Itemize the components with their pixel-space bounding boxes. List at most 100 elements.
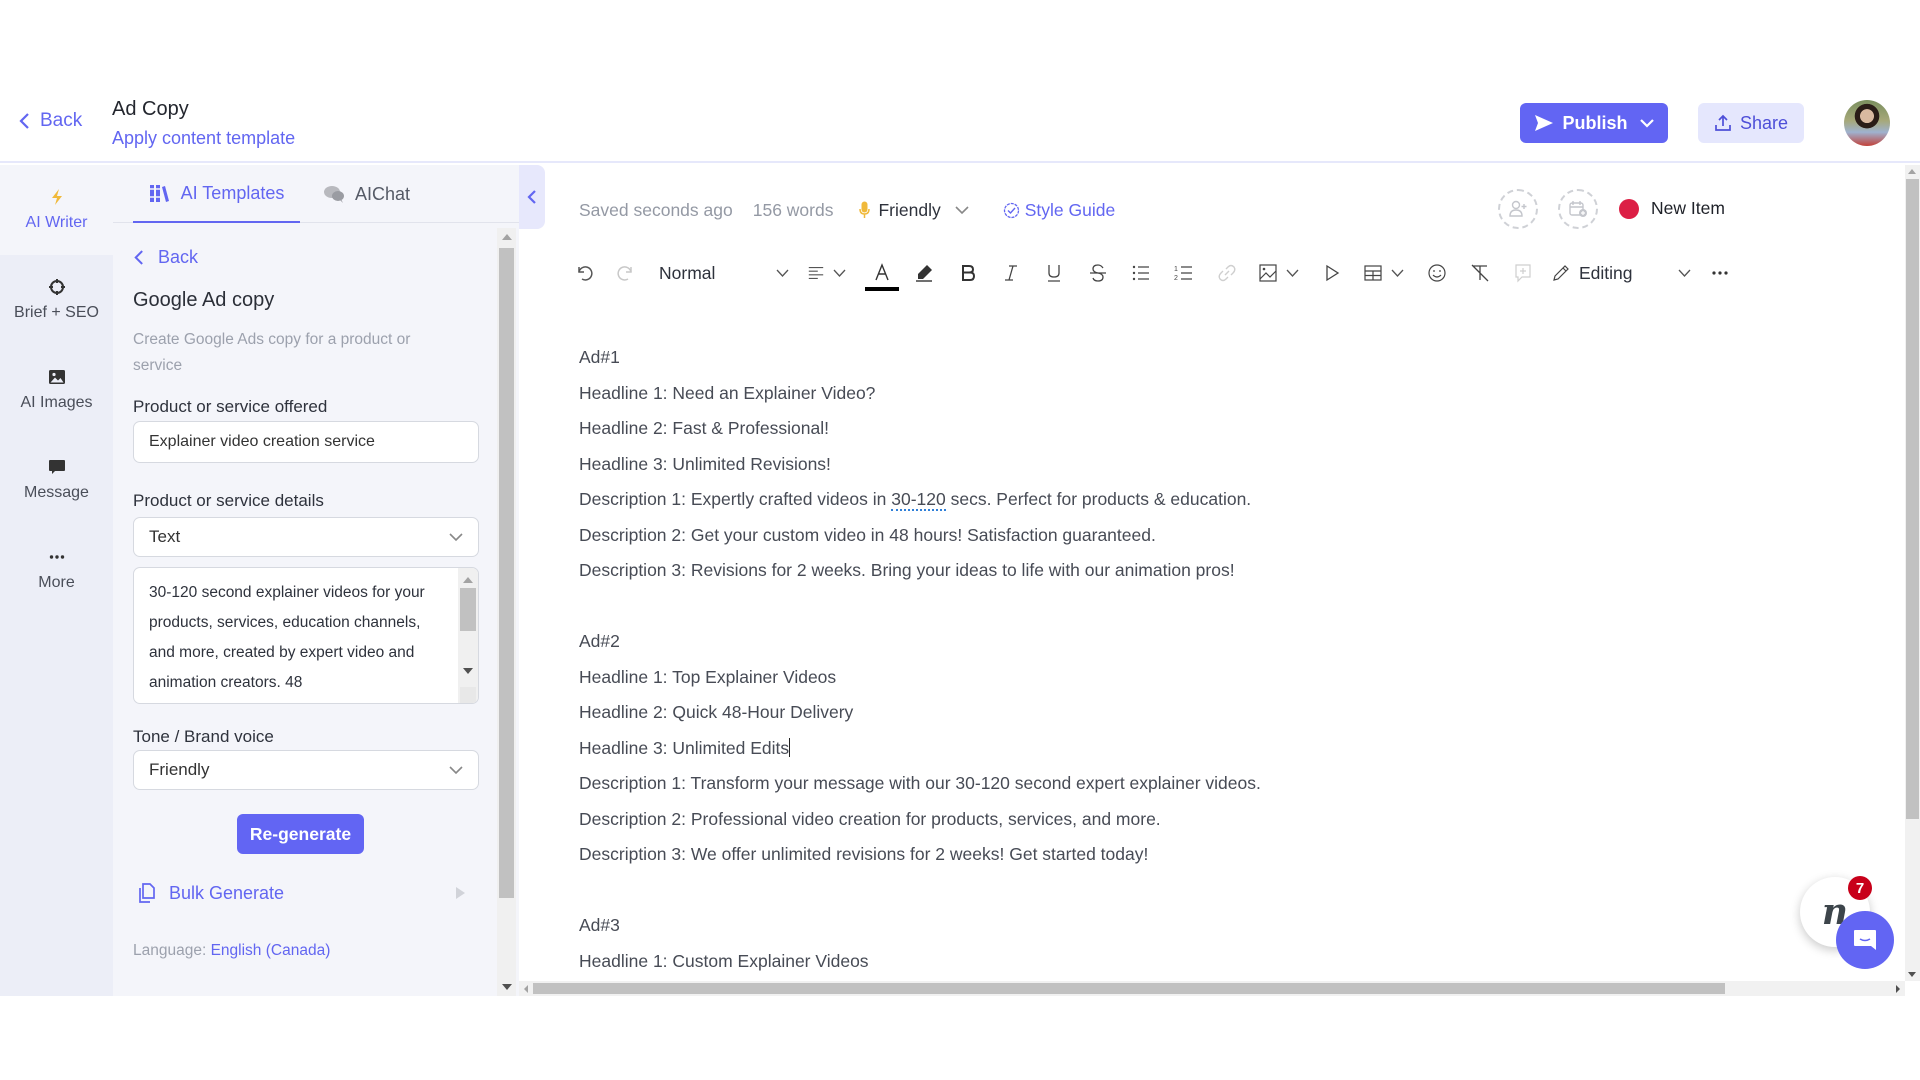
ad-headline: Headline 2: Quick 48-Hour Delivery (579, 702, 854, 722)
share-label: Share (1739, 112, 1789, 133)
chevron-down-icon (776, 269, 789, 277)
highlight-button[interactable] (909, 255, 939, 291)
text-segment: Description 1: Expertly crafted videos i… (579, 489, 892, 509)
editor-area: Saved seconds ago 156 words Friendly Sty… (545, 165, 1905, 981)
svg-text:2: 2 (1174, 275, 1178, 282)
redo-button[interactable] (611, 255, 641, 291)
font-color-button[interactable] (865, 255, 899, 291)
panel-tabs: AI Templates AIChat (113, 165, 519, 223)
rail-item-brief-seo[interactable]: Brief + SEO (0, 255, 113, 345)
rail-item-label: AI Writer (25, 214, 88, 231)
back-label: Back (40, 110, 83, 131)
details-type-select[interactable]: Text (133, 517, 479, 557)
numbered-list-button[interactable]: 12 (1169, 255, 1199, 291)
grammar-flag[interactable]: 30-120 (891, 489, 946, 511)
chevron-left-icon (19, 113, 29, 129)
resize-handle[interactable] (460, 687, 476, 703)
paragraph-style-value: Normal (659, 262, 716, 283)
template-back-button[interactable]: Back (133, 247, 198, 268)
insert-table-dropdown[interactable] (1359, 255, 1407, 291)
regenerate-button[interactable]: Re-generate (237, 814, 364, 854)
text-caret (789, 737, 791, 757)
document-body[interactable]: Ad#1 Headline 1: Need an Explainer Video… (579, 340, 1829, 979)
status-dot (1619, 198, 1639, 219)
language-value[interactable]: English (Canada) (211, 942, 331, 959)
tab-ai-templates[interactable]: AI Templates (133, 165, 300, 223)
rail-item-ai-writer[interactable]: AI Writer (0, 165, 113, 255)
comment-add-icon (1515, 264, 1531, 283)
ad-description: Description 2: Get your custom video in … (579, 524, 1156, 545)
style-guide-button[interactable]: Style Guide (1003, 200, 1115, 221)
rail-item-message[interactable]: Message (0, 435, 113, 525)
chevron-left-icon (527, 190, 536, 204)
rail-item-more[interactable]: More (0, 525, 113, 615)
tone-select[interactable]: Friendly (133, 750, 479, 790)
product-label: Product or service offered (133, 397, 328, 416)
template-description: Create Google Ads copy for a product or … (133, 331, 411, 374)
clear-format-icon (1471, 264, 1489, 282)
chevron-down-icon (449, 765, 463, 774)
paragraph-style-dropdown[interactable]: Normal (659, 255, 789, 291)
panel-scrollbar[interactable] (497, 228, 516, 996)
underline-button[interactable] (1039, 255, 1069, 291)
bulk-generate-button[interactable]: Bulk Generate (135, 873, 465, 913)
expand-triangle-icon (456, 887, 465, 899)
ad-headline: Headline 1: Need an Explainer Video? (579, 382, 876, 403)
details-textarea[interactable]: 30-120 second explainer videos for your … (133, 567, 479, 704)
table-icon (1363, 265, 1382, 281)
clear-formatting-button[interactable] (1465, 255, 1495, 291)
bullet-list-icon (1132, 265, 1149, 281)
send-icon (1535, 115, 1554, 131)
tone-label: Tone / Brand voice (133, 727, 274, 746)
more-options-button[interactable] (1705, 255, 1735, 291)
status-label: New Item (1651, 198, 1725, 218)
bullet-list-button[interactable] (1126, 255, 1156, 291)
product-input[interactable]: Explainer video creation service (133, 421, 479, 463)
textarea-scrollbar[interactable] (458, 568, 478, 703)
share-button[interactable]: Share (1698, 103, 1804, 143)
strikethrough-button[interactable] (1083, 255, 1113, 291)
apply-template-link[interactable]: Apply content template (112, 128, 295, 149)
assign-user-button[interactable] (1498, 189, 1538, 229)
chevron-down-icon (1391, 269, 1403, 277)
chevron-down-icon (955, 205, 969, 214)
upload-icon (1715, 114, 1731, 131)
notification-badge: 7 (1848, 876, 1872, 900)
chat-icon (1854, 930, 1876, 950)
add-comment-button[interactable] (1508, 255, 1538, 291)
saved-status: Saved seconds ago (579, 199, 733, 220)
support-chat-button[interactable] (1836, 911, 1894, 969)
text-segment: Headline 3: Unlimited Edits (579, 737, 790, 758)
emoji-button[interactable] (1422, 255, 1452, 291)
top-bar: Back Ad Copy Apply content template Publ… (0, 0, 1920, 163)
style-guide-label: Style Guide (1024, 199, 1116, 220)
bold-button[interactable] (953, 255, 983, 291)
back-button[interactable]: Back (18, 110, 82, 132)
ad-headline: Headline 2: Fast & Professional! (579, 418, 829, 438)
ad-headline: Headline 1: Custom Explainer Videos (579, 950, 869, 971)
insert-image-dropdown[interactable] (1255, 255, 1301, 291)
calendar-add-icon (1569, 201, 1587, 217)
undo-button[interactable] (569, 255, 599, 291)
user-avatar[interactable] (1844, 100, 1890, 146)
publish-button[interactable]: Publish (1520, 103, 1668, 143)
copy-icon (139, 883, 155, 903)
italic-button[interactable] (996, 255, 1026, 291)
lightning-icon (51, 189, 62, 205)
editing-mode-dropdown[interactable]: Editing (1551, 255, 1691, 291)
item-status[interactable]: New Item (1619, 198, 1725, 219)
tone-label: Friendly (878, 199, 941, 220)
insert-media-button[interactable] (1317, 255, 1347, 291)
tone-dropdown[interactable]: Friendly (859, 199, 969, 221)
editor-vertical-scrollbar[interactable] (1905, 165, 1920, 981)
ad-description: Description 3: We offer unlimited revisi… (579, 844, 1149, 864)
tab-aichat[interactable]: AIChat (323, 165, 410, 223)
link-button[interactable] (1212, 255, 1242, 291)
rail-item-ai-images[interactable]: AI Images (0, 345, 113, 435)
schedule-button[interactable] (1558, 189, 1598, 229)
align-dropdown[interactable] (803, 255, 849, 291)
editor-horizontal-scrollbar[interactable] (519, 981, 1905, 996)
more-dots-icon (49, 555, 64, 559)
collapse-panel-button[interactable] (519, 165, 545, 229)
ad-headline: Headline 1: Top Explainer Videos (579, 666, 837, 687)
